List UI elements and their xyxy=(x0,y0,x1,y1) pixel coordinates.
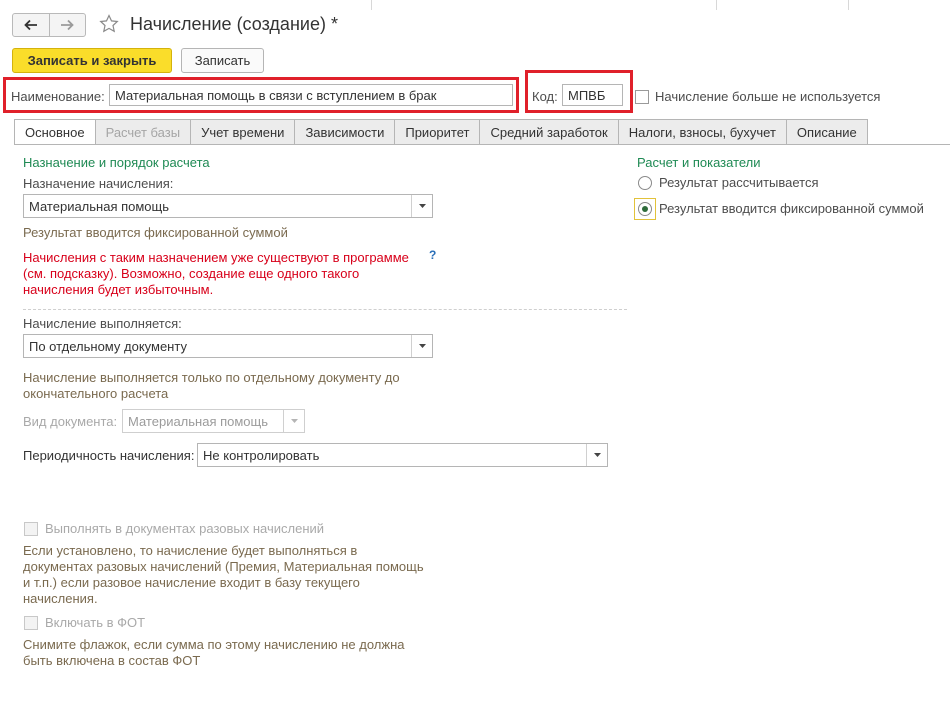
purpose-section-title: Назначение и порядок расчета xyxy=(23,155,210,170)
radio-calculated[interactable] xyxy=(638,176,652,190)
purpose-select[interactable]: Материальная помощь xyxy=(23,194,433,218)
periodicity-label: Периодичность начисления: xyxy=(23,448,195,463)
duplicate-warning-line: начисления будет избыточным. xyxy=(23,282,214,297)
radio-fixed[interactable] xyxy=(638,202,652,216)
tab-average-earnings[interactable]: Средний заработок xyxy=(480,119,619,145)
not-used-checkbox[interactable] xyxy=(635,90,649,104)
duplicate-warning-line: (см. подсказку). Возможно, создание еще … xyxy=(23,266,360,281)
periodicity-select[interactable]: Не контролировать xyxy=(197,443,608,467)
tab-taxes[interactable]: Налоги, взносы, бухучет xyxy=(618,119,787,145)
doc-type-select: Материальная помощь xyxy=(122,409,305,433)
execution-select-value: По отдельному документу xyxy=(29,338,187,354)
chevron-down-icon[interactable] xyxy=(586,444,607,466)
fot-label: Включать в ФОТ xyxy=(45,615,146,630)
separator xyxy=(371,0,372,10)
execution-note: Начисление выполняется только по отдельн… xyxy=(23,370,400,402)
doc-type-label: Вид документа: xyxy=(23,414,118,429)
tab-priority[interactable]: Приоритет xyxy=(395,119,481,145)
back-button[interactable] xyxy=(13,14,49,36)
save-button[interactable]: Записать xyxy=(181,48,264,73)
purpose-label: Назначение начисления: xyxy=(23,176,174,191)
purpose-note: Результат вводится фиксированной суммой xyxy=(23,225,288,240)
execution-select[interactable]: По отдельному документу xyxy=(23,334,433,358)
separator xyxy=(716,0,717,10)
duplicate-warning: Начисления с таким назначением уже сущес… xyxy=(23,250,409,298)
navigation-buttons xyxy=(12,13,86,37)
one-time-note-line: Если установлено, то начисление будет вы… xyxy=(23,543,358,558)
code-input[interactable]: МПВБ xyxy=(562,84,623,106)
section-divider xyxy=(23,309,627,310)
help-link[interactable]: ? xyxy=(429,248,436,262)
arrow-right-icon xyxy=(61,19,75,31)
radio-fixed-label: Результат вводится фиксированной суммой xyxy=(659,201,924,216)
doc-type-select-value: Материальная помощь xyxy=(128,413,269,429)
periodicity-select-value: Не контролировать xyxy=(203,447,320,463)
fot-note-line: быть включена в состав ФОТ xyxy=(23,653,201,668)
tab-bar: Основное Расчет базы Учет времени Зависи… xyxy=(14,119,868,145)
fot-note-line: Снимите флажок, если сумма по этому начи… xyxy=(23,637,405,652)
not-used-label: Начисление больше не используется xyxy=(655,89,881,104)
execution-label: Начисление выполняется: xyxy=(23,316,182,331)
separator xyxy=(848,0,849,10)
tab-description[interactable]: Описание xyxy=(786,119,868,145)
execution-note-line: окончательного расчета xyxy=(23,386,169,401)
title-bar: Начисление (создание) * xyxy=(0,0,950,44)
arrow-left-icon xyxy=(23,19,37,31)
one-time-label: Выполнять в документах разовых начислени… xyxy=(45,521,325,536)
tab-base-calculation[interactable]: Расчет базы xyxy=(95,119,192,145)
chevron-down-icon[interactable] xyxy=(411,195,432,217)
name-input[interactable]: Материальная помощь в связи с вступление… xyxy=(109,84,513,106)
duplicate-warning-line: Начисления с таким назначением уже сущес… xyxy=(23,250,409,265)
chevron-down-icon[interactable] xyxy=(411,335,432,357)
save-and-close-button[interactable]: Записать и закрыть xyxy=(12,48,172,73)
radio-calculated-label: Результат рассчитывается xyxy=(659,175,819,190)
tab-time-accounting[interactable]: Учет времени xyxy=(191,119,296,145)
execution-note-line: Начисление выполняется только по отдельн… xyxy=(23,370,400,385)
one-time-note-line: начисления. xyxy=(23,591,98,606)
one-time-note-line: документах разовых начислений (Премия, М… xyxy=(23,559,424,574)
calculation-section-title: Расчет и показатели xyxy=(637,155,761,170)
fot-checkbox xyxy=(24,616,38,630)
one-time-checkbox xyxy=(24,522,38,536)
one-time-note: Если установлено, то начисление будет вы… xyxy=(23,543,424,607)
fot-note: Снимите флажок, если сумма по этому начи… xyxy=(23,637,404,669)
code-label: Код: xyxy=(532,89,558,104)
page-title: Начисление (создание) * xyxy=(130,14,338,34)
chevron-down-icon xyxy=(283,410,304,432)
tab-main[interactable]: Основное xyxy=(14,119,96,145)
tab-underline xyxy=(14,144,950,145)
name-label: Наименование: xyxy=(11,89,105,104)
star-icon[interactable] xyxy=(99,14,119,33)
tab-dependencies[interactable]: Зависимости xyxy=(295,119,396,145)
one-time-note-line: и т.п.) если разовое начисление входит в… xyxy=(23,575,360,590)
forward-button[interactable] xyxy=(48,14,86,36)
purpose-select-value: Материальная помощь xyxy=(29,198,170,214)
